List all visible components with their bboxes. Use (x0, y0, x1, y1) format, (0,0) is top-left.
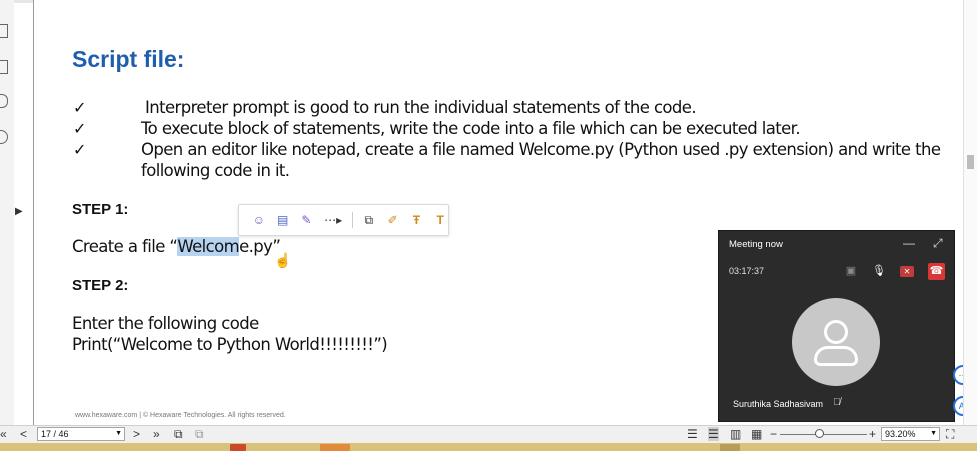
check-icon: ✓ (73, 100, 87, 117)
note-icon[interactable]: ▤ (275, 212, 291, 228)
page-title: Script file: (72, 46, 185, 72)
bullet-text-3-continued: following code in it. (141, 161, 290, 180)
avatar-head-icon (824, 320, 848, 344)
step1-text[interactable]: Create a file “Welcome.py” (72, 237, 281, 256)
status-bar: « < 17 / 46 ▼ > » ⧉ ⧉ ☰ ☰ ▥ ▦ − + 93.20%… (0, 425, 977, 443)
chevron-down-icon[interactable]: ▼ (930, 428, 937, 440)
step2-text: Enter the following code (72, 314, 259, 333)
zoom-level-field[interactable]: 93.20% ▼ (881, 427, 940, 441)
fullscreen-icon[interactable]: ⛶ (946, 427, 954, 441)
pages-icon[interactable] (0, 60, 8, 74)
bullet-text-1: Interpreter prompt is good to run the in… (145, 98, 697, 117)
step1-label: STEP 1: (72, 201, 129, 218)
check-icon: ✓ (73, 142, 87, 159)
bullet-text-2: To execute block of statements, write th… (141, 119, 801, 138)
single-page-view-icon[interactable]: ☰ (687, 427, 698, 441)
page-number-field[interactable]: 17 / 46 ▼ (37, 427, 125, 441)
text-selection-toolbar: ☺ ▤ ✎ ⋯▸ ⧉ ✐ Ŧ T (238, 204, 449, 236)
hand-cursor-icon: ☝ (274, 252, 292, 268)
os-taskbar (0, 443, 977, 451)
expand-panel-arrow-icon[interactable]: ▶ (15, 206, 23, 217)
attachment-icon[interactable] (0, 130, 8, 144)
selected-text[interactable]: Welcom (177, 237, 240, 256)
scrollbar-thumb[interactable] (967, 155, 974, 169)
zoom-out-button[interactable]: − (770, 427, 777, 441)
bookmark-icon[interactable] (0, 24, 8, 38)
two-page-view-icon[interactable]: ▥ (730, 427, 741, 441)
two-page-continuous-view-icon[interactable]: ▦ (751, 427, 762, 441)
copy-icon[interactable]: ⧉ (361, 212, 377, 228)
left-sidebar (0, 0, 14, 425)
next-page-icon[interactable]: > (133, 427, 140, 441)
comments-icon[interactable] (0, 94, 8, 108)
toolbar-divider (351, 212, 353, 228)
participant-name: Suruthika Sadhasivam (733, 399, 824, 409)
zoom-value: 93.20% (885, 429, 916, 439)
avatar (792, 298, 880, 386)
avatar-body-icon (814, 346, 858, 366)
highlighter-icon[interactable]: ✐ (385, 212, 401, 228)
step1-text-pre: Create a file “ (72, 237, 178, 256)
last-page-icon[interactable]: » (153, 427, 160, 441)
previous-page-icon[interactable]: < (20, 427, 27, 441)
check-icon: ✓ (73, 121, 87, 138)
more-icon[interactable]: ⋯▸ (322, 212, 344, 228)
fit-page-icon[interactable]: ⧉ (174, 427, 183, 441)
page-indicator: 17 / 46 (41, 429, 69, 439)
strikethrough-text-icon[interactable]: Ŧ (408, 212, 424, 228)
muted-microphone-icon: 🎙̸ (833, 397, 841, 408)
minimize-icon[interactable]: — (903, 236, 915, 250)
zoom-in-button[interactable]: + (869, 427, 876, 441)
code-line: Print(“Welcome to Python World!!!!!!!!!”… (72, 335, 388, 354)
vertical-scrollbar[interactable] (963, 0, 977, 425)
comment-icon[interactable]: ☺ (251, 212, 267, 228)
taskbar-app-icon[interactable] (320, 444, 350, 451)
highlight-pen-icon[interactable]: ✎ (299, 212, 315, 228)
continuous-view-icon[interactable]: ☰ (708, 427, 719, 441)
text-icon[interactable]: T (432, 212, 448, 228)
meeting-window[interactable]: Meeting now — ⤢ 03:17:37 ▣ 🎙 ✕ ☎ Suruthi… (718, 230, 955, 422)
microphone-icon[interactable]: 🎙 (870, 263, 888, 279)
expand-icon[interactable]: ⤢ (933, 236, 943, 251)
meeting-title: Meeting now (729, 239, 783, 250)
taskbar-app-icon[interactable] (720, 444, 740, 451)
hang-up-button[interactable]: ☎ (928, 263, 945, 280)
taskbar-app-icon[interactable] (230, 444, 246, 451)
rotate-view-icon[interactable]: ⧉ (195, 427, 204, 441)
chevron-down-icon[interactable]: ▼ (115, 428, 122, 440)
first-page-icon[interactable]: « (0, 427, 7, 441)
bullet-text-3: Open an editor like notepad, create a fi… (141, 140, 941, 159)
meeting-timer: 03:17:37 (729, 266, 765, 276)
camera-off-icon[interactable]: ▣ (842, 263, 860, 279)
step2-label: STEP 2: (72, 277, 129, 294)
zoom-slider-handle[interactable] (815, 429, 824, 438)
share-screen-off-icon[interactable]: ✕ (900, 266, 914, 277)
page-footer: www.hexaware.com | © Hexaware Technologi… (75, 412, 286, 419)
